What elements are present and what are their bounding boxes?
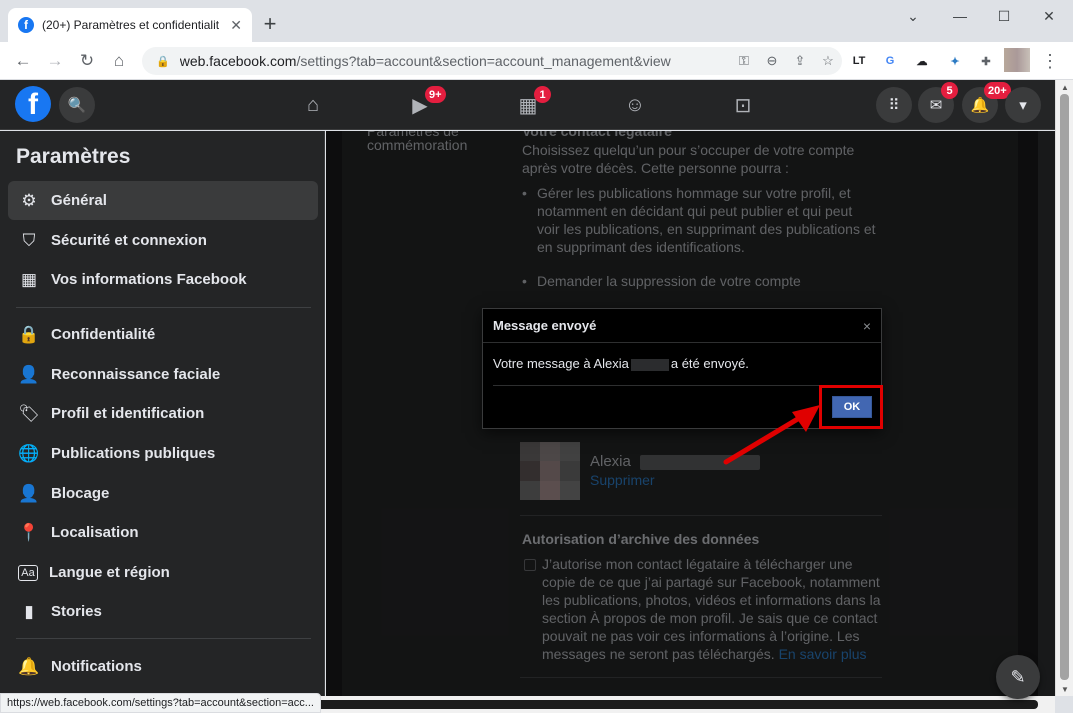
lock-icon: 🔒: [18, 324, 40, 344]
browser-tab[interactable]: f (20+) Paramètres et confidentialit ✕: [8, 8, 252, 42]
maximize-button[interactable]: ☐: [984, 4, 1024, 28]
new-tab-button[interactable]: +: [258, 11, 282, 36]
share-icon[interactable]: ⇪: [786, 47, 814, 75]
pinned-extension-icon[interactable]: ✦: [944, 51, 966, 71]
sidebar-item-general[interactable]: ⚙ Général: [8, 181, 318, 220]
tab-title: (20+) Paramètres et confidentialit: [42, 18, 220, 32]
sidebar-item-label: Reconnaissance faciale: [51, 366, 221, 383]
grid-icon: ▦: [20, 269, 38, 289]
close-window-button[interactable]: ✕: [1029, 4, 1069, 28]
sidebar-item-your-information[interactable]: ▦ Vos informations Facebook: [8, 260, 318, 299]
redacted-name: [630, 358, 669, 371]
sidebar-item-public-posts[interactable]: 🌐 Publications publiques: [8, 434, 318, 473]
new-message-compose-icon[interactable]: ✎: [996, 655, 1040, 699]
minimize-button[interactable]: —: [940, 4, 980, 28]
settings-sidebar: Paramètres ⚙ Général ⛉ Sécurité et conne…: [0, 131, 325, 696]
sidebar-item-label: Confidentialité: [51, 326, 156, 343]
sidebar-item-notifications[interactable]: 🔔 Notifications: [8, 647, 318, 686]
sidebar-title: Paramètres: [16, 145, 131, 168]
sidebar-divider: [16, 307, 311, 308]
reload-icon[interactable]: ↻: [74, 48, 100, 74]
sidebar-item-label: Langue et région: [49, 564, 170, 581]
chrome-menu-icon[interactable]: ⋮: [1040, 48, 1060, 74]
tab-search-chevron-icon[interactable]: ⌄: [893, 4, 933, 28]
location-pin-icon: 📍: [18, 522, 40, 542]
home-icon[interactable]: ⌂: [106, 48, 132, 74]
sidebar-item-label: Stories: [51, 603, 102, 620]
key-icon[interactable]: ⚿: [730, 47, 758, 75]
dialog-message: Votre message à Alexia a été envoyé.: [493, 356, 749, 371]
status-bar-url: https://web.facebook.com/settings?tab=ac…: [0, 693, 321, 713]
gaming-icon[interactable]: ⊡: [723, 89, 763, 121]
sidebar-item-blocking[interactable]: 👤 Blocage: [8, 474, 318, 513]
language-icon: Aa: [18, 564, 38, 581]
scroll-up-icon[interactable]: ▲: [1056, 80, 1073, 94]
browser-toolbar: ← → ↻ ⌂ 🔒 web.facebook.com/settings?tab=…: [0, 42, 1073, 80]
sidebar-item-label: Blocage: [51, 485, 110, 502]
sidebar-item-label: Publications publiques: [51, 445, 216, 462]
sidebar-item-label: Vos informations Facebook: [51, 271, 247, 288]
sidebar-item-privacy[interactable]: 🔒 Confidentialité: [8, 315, 318, 354]
sidebar-divider: [16, 638, 311, 639]
sidebar-item-location[interactable]: 📍 Localisation: [8, 513, 318, 552]
translate-extension-icon[interactable]: G: [879, 51, 901, 71]
face-icon: 👤: [18, 364, 40, 384]
sidebar-item-label: Profil et identification: [51, 405, 205, 422]
profile-avatar[interactable]: [1004, 48, 1030, 72]
scrollbar-thumb[interactable]: [1060, 94, 1069, 680]
sidebar-item-label: Sécurité et connexion: [51, 232, 207, 249]
right-edge: [1038, 131, 1055, 696]
home-nav-icon[interactable]: ⌂: [293, 89, 333, 121]
cloud-extension-icon[interactable]: ☁: [911, 51, 933, 71]
sidebar-item-label: Notifications: [51, 658, 142, 675]
dialog-divider: [493, 385, 871, 386]
vertical-scrollbar[interactable]: ▲ ▼: [1055, 80, 1073, 696]
facebook-logo-icon[interactable]: f: [15, 86, 51, 122]
video-badge: 9+: [425, 86, 446, 103]
tab-close-icon[interactable]: ✕: [230, 17, 242, 34]
url-text[interactable]: web.facebook.com/settings?tab=account&se…: [180, 53, 730, 69]
annotation-arrow-icon: [723, 405, 820, 465]
block-user-icon: 👤: [18, 483, 40, 503]
sidebar-item-face-recognition[interactable]: 👤 Reconnaissance faciale: [8, 355, 318, 394]
address-bar[interactable]: 🔒 web.facebook.com/settings?tab=account&…: [142, 47, 842, 75]
bell-icon: 🔔: [18, 656, 40, 676]
account-chevron-icon[interactable]: ▾: [1005, 87, 1041, 123]
close-icon[interactable]: ×: [863, 318, 871, 334]
facebook-favicon-icon: f: [18, 17, 34, 33]
marketplace-badge: 1: [534, 86, 551, 103]
sidebar-item-language[interactable]: Aa Langue et région: [8, 553, 318, 592]
sidebar-item-stories[interactable]: ▮ Stories: [8, 592, 318, 631]
sidebar-item-label: Localisation: [51, 524, 139, 541]
gear-icon: ⚙: [21, 190, 37, 210]
scroll-down-icon[interactable]: ▼: [1056, 682, 1073, 696]
languagetool-extension-icon[interactable]: LT: [848, 51, 870, 71]
tag-icon: 🏷: [18, 403, 40, 423]
shield-icon: ⛉: [22, 230, 36, 250]
menu-grid-icon[interactable]: ⠿: [876, 87, 912, 123]
sidebar-item-label: Général: [51, 192, 107, 209]
zoom-icon[interactable]: ⊖: [758, 47, 786, 75]
sidebar-item-security[interactable]: ⛉ Sécurité et connexion: [8, 221, 318, 260]
lock-icon[interactable]: 🔒: [156, 55, 170, 68]
bookmark-star-icon[interactable]: ☆: [814, 47, 842, 75]
groups-icon[interactable]: ☺: [615, 89, 655, 121]
browser-tab-strip: f (20+) Paramètres et confidentialit ✕ +…: [0, 0, 1073, 42]
back-arrow-icon[interactable]: ←: [10, 48, 36, 74]
globe-icon: 🌐: [18, 443, 40, 463]
messenger-badge: 5: [941, 82, 958, 99]
search-icon[interactable]: 🔍: [59, 87, 95, 123]
forward-arrow-icon[interactable]: →: [42, 48, 68, 74]
dialog-title: Message envoyé: [483, 309, 881, 343]
stories-icon: ▮: [24, 601, 34, 621]
sidebar-item-profile-tagging[interactable]: 🏷 Profil et identification: [8, 394, 318, 433]
extensions-puzzle-icon[interactable]: ✚: [975, 51, 997, 71]
